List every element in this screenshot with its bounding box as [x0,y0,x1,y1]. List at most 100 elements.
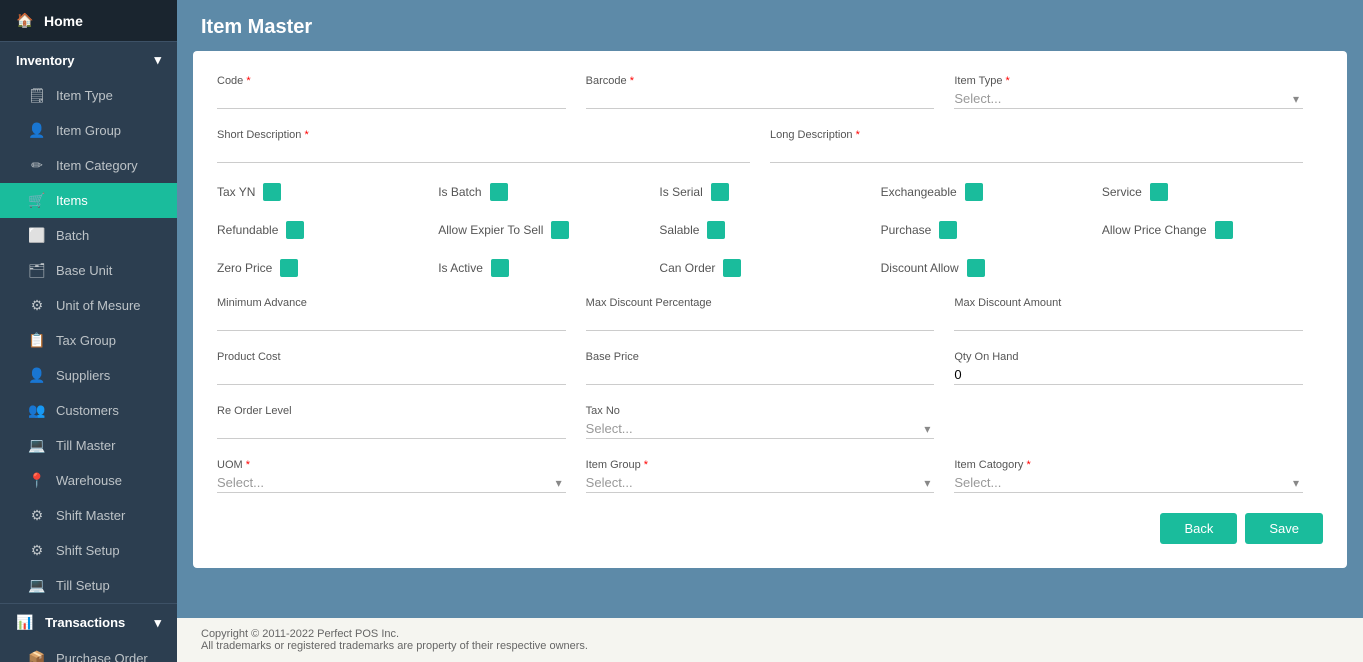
discount-allow-label: Discount Allow [881,261,959,275]
salable-checkbox[interactable] [707,221,725,239]
product-cost-label: Product Cost [217,351,566,363]
form-row-checkboxes-3: Zero Price Is Active Can Order Discount … [217,259,1323,277]
tax-no-select[interactable]: Select... [586,419,935,439]
is-serial-checkbox[interactable] [711,183,729,201]
sidebar-item-item-group[interactable]: 👤 Item Group [0,113,177,148]
sidebar-item-label: Items [56,193,88,208]
is-serial-label: Is Serial [659,185,702,199]
form-row-1: Code * Barcode * Item Type * Select... [217,75,1323,109]
main-content: Item Master Code * Barcode * Item Type *… [177,0,1363,662]
transactions-label: Transactions [45,615,125,630]
allow-expier-field: Allow Expier To Sell [438,221,659,239]
allow-expier-label: Allow Expier To Sell [438,223,543,237]
back-button[interactable]: Back [1160,513,1237,544]
discount-allow-checkbox[interactable] [967,259,985,277]
purchase-field: Purchase [881,221,1102,239]
sidebar-item-label: Purchase Order [56,651,148,662]
barcode-input[interactable] [586,89,935,109]
sidebar-item-shift-setup[interactable]: ⚙ Shift Setup [0,533,177,568]
till-setup-icon: 💻 [28,577,46,594]
save-button[interactable]: Save [1245,513,1323,544]
service-label: Service [1102,185,1142,199]
item-group-label: Item Group * [586,459,935,471]
zero-price-checkbox[interactable] [280,259,298,277]
tax-yn-checkbox[interactable] [263,183,281,201]
item-group-field: Item Group * Select... [586,459,955,493]
sidebar-item-purchase-order[interactable]: 📦 Purchase Order [0,641,177,662]
sidebar-item-shift-master[interactable]: ⚙ Shift Master [0,498,177,533]
form-row-2: Short Description * Long Description * [217,129,1323,163]
short-desc-input[interactable] [217,143,750,163]
sidebar-item-customers[interactable]: 👥 Customers [0,393,177,428]
exchangeable-checkbox[interactable] [965,183,983,201]
sidebar-item-tax-group[interactable]: 📋 Tax Group [0,323,177,358]
long-desc-input[interactable] [770,143,1303,163]
qty-on-hand-input[interactable] [954,365,1303,385]
sidebar-item-base-unit[interactable]: 🗂 Base Unit [0,253,177,288]
inventory-section-header[interactable]: Inventory ▾ [0,42,177,78]
item-category-select[interactable]: Select... [954,473,1303,493]
sidebar-item-till-setup[interactable]: 💻 Till Setup [0,568,177,603]
refundable-checkbox[interactable] [286,221,304,239]
reorder-level-input[interactable] [217,419,566,439]
base-price-input[interactable] [586,365,935,385]
sidebar-item-suppliers[interactable]: 👤 Suppliers [0,358,177,393]
tax-yn-label: Tax YN [217,185,255,199]
product-cost-input[interactable] [217,365,566,385]
item-type-field: Item Type * Select... [954,75,1323,109]
sidebar-item-unit-of-measure[interactable]: ⚙ Unit of Mesure [0,288,177,323]
sidebar-item-item-type[interactable]: 🗒 Item Type [0,78,177,113]
service-checkbox[interactable] [1150,183,1168,201]
item-category-select-wrapper: Select... [954,473,1303,493]
max-discount-amt-input[interactable] [954,311,1303,331]
max-discount-pct-field: Max Discount Percentage [586,297,955,331]
allow-expier-checkbox[interactable] [551,221,569,239]
form-row-amounts: Minimum Advance Max Discount Percentage … [217,297,1323,331]
is-batch-checkbox[interactable] [490,183,508,201]
max-discount-pct-input[interactable] [586,311,935,331]
barcode-field: Barcode * [586,75,955,109]
reorder-level-field: Re Order Level [217,405,586,439]
refundable-field: Refundable [217,221,438,239]
form-card: Code * Barcode * Item Type * Select... S… [193,51,1347,568]
code-field: Code * [217,75,586,109]
is-serial-field: Is Serial [659,183,880,201]
sidebar-item-label: Suppliers [56,368,110,383]
item-type-label: Item Type * [954,75,1303,87]
form-row-reorder: Re Order Level Tax No Select... [217,405,1323,439]
tax-no-select-wrapper: Select... [586,419,935,439]
warehouse-icon: 📍 [28,472,46,489]
purchase-order-icon: 📦 [28,650,46,662]
sidebar-item-label: Warehouse [56,473,122,488]
is-active-checkbox[interactable] [491,259,509,277]
sidebar-item-warehouse[interactable]: 📍 Warehouse [0,463,177,498]
min-advance-input[interactable] [217,311,566,331]
max-discount-amt-label: Max Discount Amount [954,297,1303,309]
sidebar-item-batch[interactable]: ⬜ Batch [0,218,177,253]
zero-price-label: Zero Price [217,261,272,275]
item-group-icon: 👤 [28,122,46,139]
code-input[interactable] [217,89,566,109]
long-desc-label: Long Description * [770,129,1303,141]
footer-line2: All trademarks or registered trademarks … [201,640,1339,652]
sidebar-item-label: Till Master [56,438,115,453]
purchase-checkbox[interactable] [939,221,957,239]
transactions-chevron-icon: ▾ [154,615,161,631]
allow-price-change-checkbox[interactable] [1215,221,1233,239]
transactions-header[interactable]: 📊 Transactions ▾ [0,604,177,641]
refundable-label: Refundable [217,223,278,237]
sidebar-item-items[interactable]: 🛒 Items [0,183,177,218]
sidebar-item-label: Item Type [56,88,113,103]
sidebar-item-label: Shift Master [56,508,125,523]
customers-icon: 👥 [28,402,46,419]
item-type-select[interactable]: Select... [954,89,1303,109]
home-menu-item[interactable]: 🏠 Home [0,0,177,41]
can-order-checkbox[interactable] [723,259,741,277]
shift-setup-icon: ⚙ [28,542,46,559]
suppliers-icon: 👤 [28,367,46,384]
sidebar-item-till-master[interactable]: 💻 Till Master [0,428,177,463]
sidebar-item-item-category[interactable]: ✏ Item Category [0,148,177,183]
uom-select[interactable]: Select... [217,473,566,493]
item-group-select[interactable]: Select... [586,473,935,493]
min-advance-field: Minimum Advance [217,297,586,331]
